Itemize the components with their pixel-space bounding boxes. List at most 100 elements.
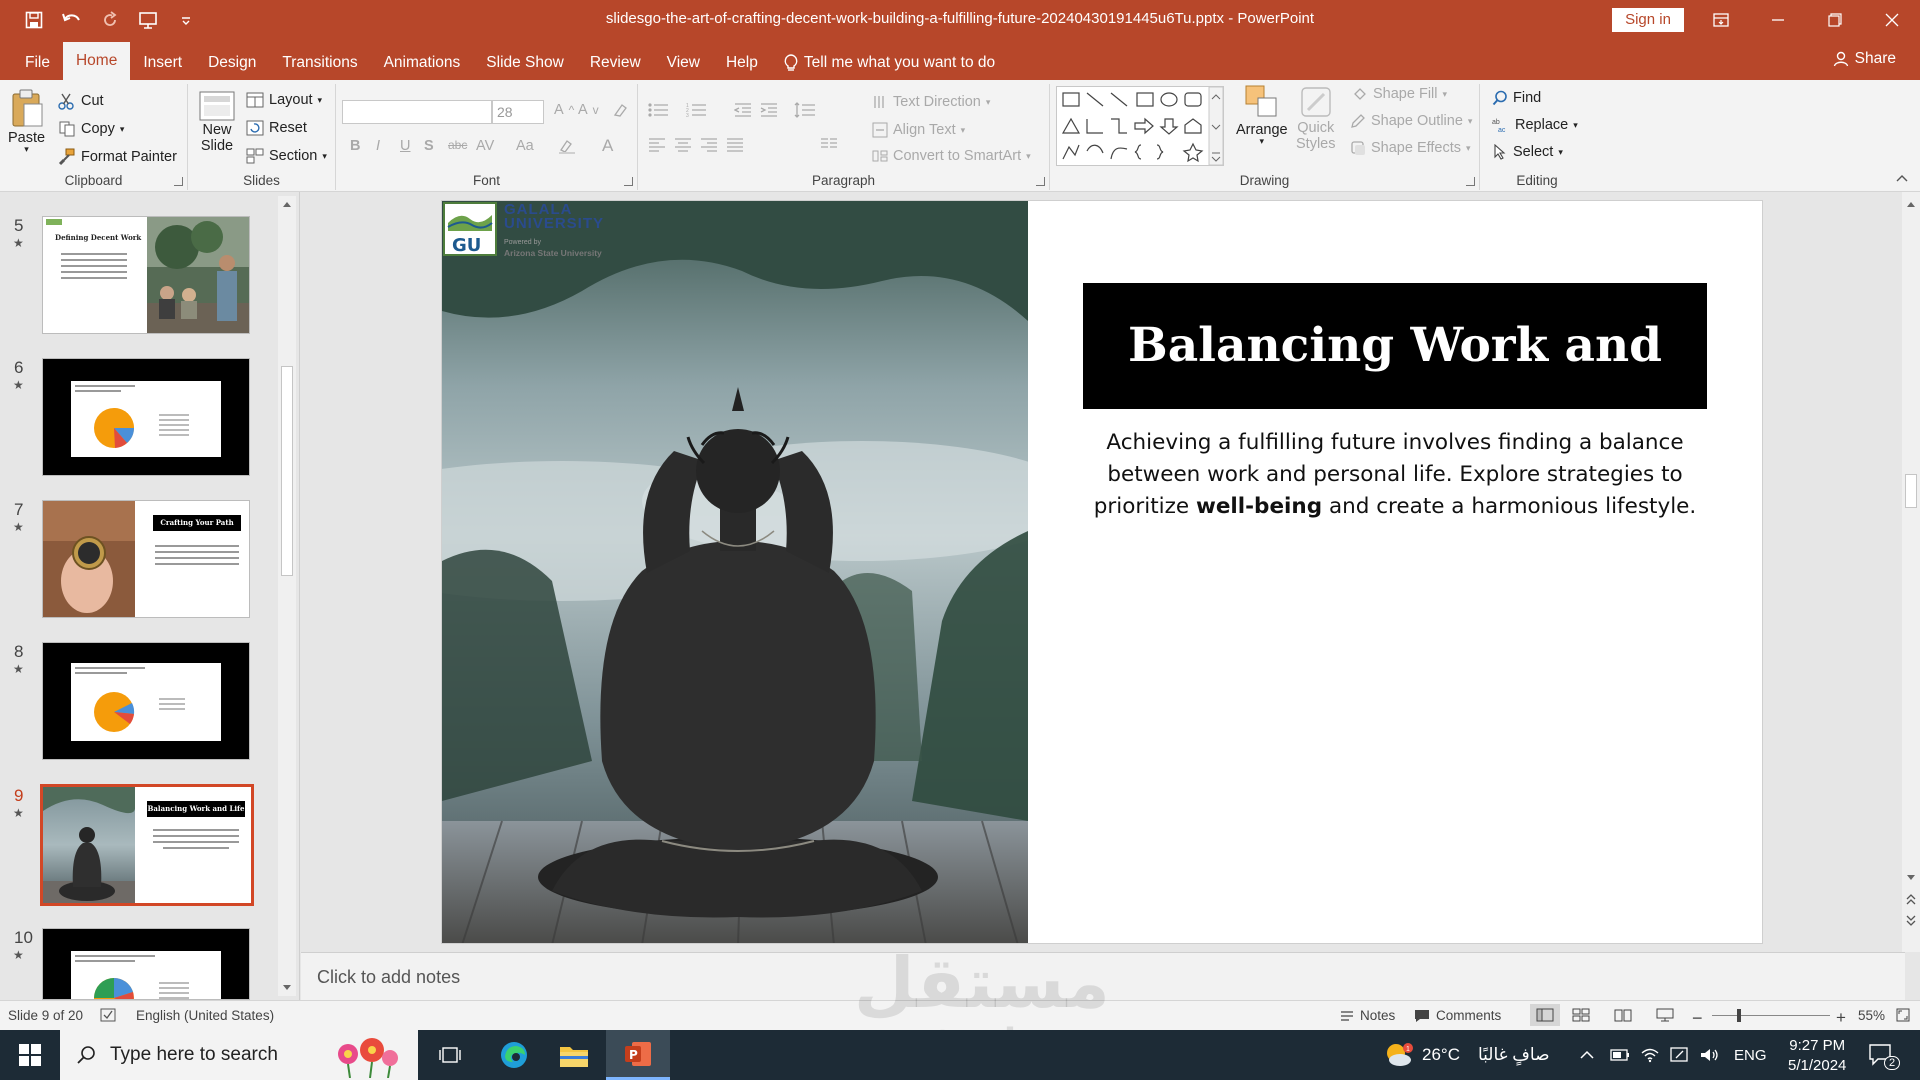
tab-design[interactable]: Design (195, 46, 269, 80)
font-size-box[interactable]: 28 (492, 100, 544, 124)
find-button[interactable]: Find (1492, 90, 1541, 106)
align-center-icon[interactable] (674, 138, 692, 152)
tab-review[interactable]: Review (577, 46, 654, 80)
reset-button[interactable]: Reset (246, 120, 307, 136)
bold-button[interactable]: B (350, 138, 360, 154)
zoom-level[interactable]: 55% (1858, 1008, 1885, 1023)
clipboard-dialog-launcher[interactable] (174, 177, 183, 186)
line-spacing-icon[interactable] (794, 102, 816, 118)
replace-button[interactable]: ab ac Replace ▾ (1492, 117, 1578, 133)
text-direction-button[interactable]: Text Direction ▾ (872, 94, 990, 110)
section-button[interactable]: Section ▾ (246, 148, 327, 164)
tab-file[interactable]: File (12, 46, 63, 80)
zoom-out-icon[interactable]: − (1692, 1008, 1703, 1029)
tab-view[interactable]: View (654, 46, 713, 80)
text-shadow-button[interactable]: S (424, 138, 434, 154)
character-spacing-button[interactable]: AV (476, 138, 494, 154)
battery-icon[interactable] (1610, 1030, 1630, 1080)
tab-transitions[interactable]: Transitions (269, 46, 370, 80)
wifi-icon[interactable] (1640, 1030, 1660, 1080)
file-explorer-icon[interactable] (544, 1030, 604, 1080)
slide-sorter-icon[interactable] (1572, 1008, 1590, 1022)
taskbar-search[interactable]: Type here to search (60, 1030, 418, 1080)
start-button[interactable] (0, 1030, 60, 1080)
shape-fill-button[interactable]: Shape Fill ▾ (1352, 86, 1447, 102)
normal-view-icon[interactable] (1530, 1004, 1560, 1026)
restore-icon[interactable] (1806, 0, 1863, 40)
slide-counter[interactable]: Slide 9 of 20 (8, 1008, 83, 1023)
fit-to-window-icon[interactable] (1896, 1008, 1910, 1022)
decrease-font-size-icon[interactable]: Av (578, 102, 599, 118)
arrange-button[interactable]: Arrange ▾ (1236, 84, 1288, 147)
previous-slide-icon[interactable] (1906, 894, 1916, 906)
pen-workspace-icon[interactable] (1670, 1030, 1690, 1080)
numbering-icon[interactable]: 123 (686, 102, 708, 118)
tab-slide-show[interactable]: Slide Show (473, 46, 577, 80)
drawing-dialog-launcher[interactable] (1466, 177, 1475, 186)
paragraph-dialog-launcher[interactable] (1036, 177, 1045, 186)
slide-scrollbar[interactable] (1902, 192, 1920, 952)
tab-animations[interactable]: Animations (371, 46, 474, 80)
next-slide-icon[interactable] (1906, 914, 1916, 926)
tab-help[interactable]: Help (713, 46, 771, 80)
underline-button[interactable]: U (400, 138, 410, 154)
font-name-box[interactable] (342, 100, 492, 124)
justify-icon[interactable] (726, 138, 744, 152)
italic-button[interactable]: I (376, 138, 380, 154)
zoom-slider[interactable] (1712, 1009, 1830, 1022)
strikethrough-button[interactable]: abc (448, 138, 467, 152)
collapse-ribbon-icon[interactable] (1896, 174, 1908, 182)
change-case-button[interactable]: Aa (516, 138, 534, 154)
scroll-down-icon[interactable] (282, 984, 292, 992)
close-icon[interactable] (1863, 0, 1920, 40)
scrollbar-thumb[interactable] (281, 366, 293, 576)
sign-in-button[interactable]: Sign in (1612, 8, 1684, 32)
language-indicator[interactable]: English (United States) (136, 1008, 274, 1023)
share-button[interactable]: Share (1833, 50, 1896, 68)
increase-font-size-icon[interactable]: A ^ (554, 102, 574, 118)
notes-button[interactable]: Notes (1340, 1008, 1395, 1023)
scroll-up-icon[interactable] (1906, 200, 1916, 208)
spell-check-icon[interactable] (100, 1008, 118, 1022)
cut-button[interactable]: Cut (58, 92, 104, 110)
quick-styles-button[interactable]: Quick Styles (1296, 84, 1336, 152)
shape-effects-button[interactable]: Shape Effects ▾ (1350, 140, 1471, 156)
scrollbar-thumb[interactable] (1905, 474, 1917, 508)
scroll-up-icon[interactable] (282, 200, 292, 208)
tab-insert[interactable]: Insert (130, 46, 195, 80)
zoom-in-icon[interactable]: + (1836, 1008, 1846, 1028)
input-language[interactable]: ENG (1734, 1030, 1767, 1080)
copy-button[interactable]: Copy ▾ (58, 120, 124, 138)
tell-me-search[interactable]: Tell me what you want to do (771, 46, 1008, 80)
minimize-icon[interactable] (1749, 0, 1806, 40)
scroll-down-icon[interactable] (1906, 874, 1916, 882)
align-text-button[interactable]: Align Text ▾ (872, 122, 965, 138)
zoom-slider-thumb[interactable] (1737, 1009, 1741, 1022)
tab-home[interactable]: Home (62, 42, 131, 80)
ribbon-display-options-icon[interactable] (1692, 0, 1749, 40)
slide-show-view-icon[interactable] (1656, 1008, 1674, 1022)
shapes-gallery[interactable] (1056, 86, 1224, 166)
volume-icon[interactable] (1700, 1030, 1720, 1080)
weather-widget[interactable]: 1 26°C صافٍ غالبًا (1384, 1030, 1550, 1080)
paste-button[interactable]: Paste ▾ (8, 88, 45, 155)
highlight-icon[interactable] (558, 138, 576, 154)
clock[interactable]: 9:27 PM 5/1/2024 (1788, 1030, 1846, 1080)
font-dialog-launcher[interactable] (624, 177, 633, 186)
format-painter-button[interactable]: Format Painter (58, 148, 177, 166)
layout-button[interactable]: Layout ▾ (246, 92, 322, 108)
task-view-icon[interactable] (420, 1030, 480, 1080)
select-button[interactable]: Select ▾ (1492, 144, 1563, 160)
show-hidden-icons[interactable] (1580, 1030, 1594, 1080)
comments-button[interactable]: Comments (1414, 1008, 1501, 1023)
decrease-indent-icon[interactable] (734, 102, 752, 118)
slide-title[interactable]: Balancing Work and Life (1083, 283, 1707, 499)
powerpoint-taskbar-icon[interactable]: P (606, 1030, 670, 1080)
convert-smartart-button[interactable]: Convert to SmartArt ▾ (872, 148, 1031, 164)
thumbnail-scrollbar[interactable] (278, 196, 296, 996)
edge-browser-icon[interactable] (484, 1030, 544, 1080)
slide-body-text[interactable]: Achieving a fulfilling future involves f… (1083, 427, 1707, 523)
reading-view-icon[interactable] (1614, 1008, 1632, 1022)
bullets-icon[interactable] (648, 102, 670, 118)
shape-outline-button[interactable]: Shape Outline ▾ (1350, 113, 1472, 129)
